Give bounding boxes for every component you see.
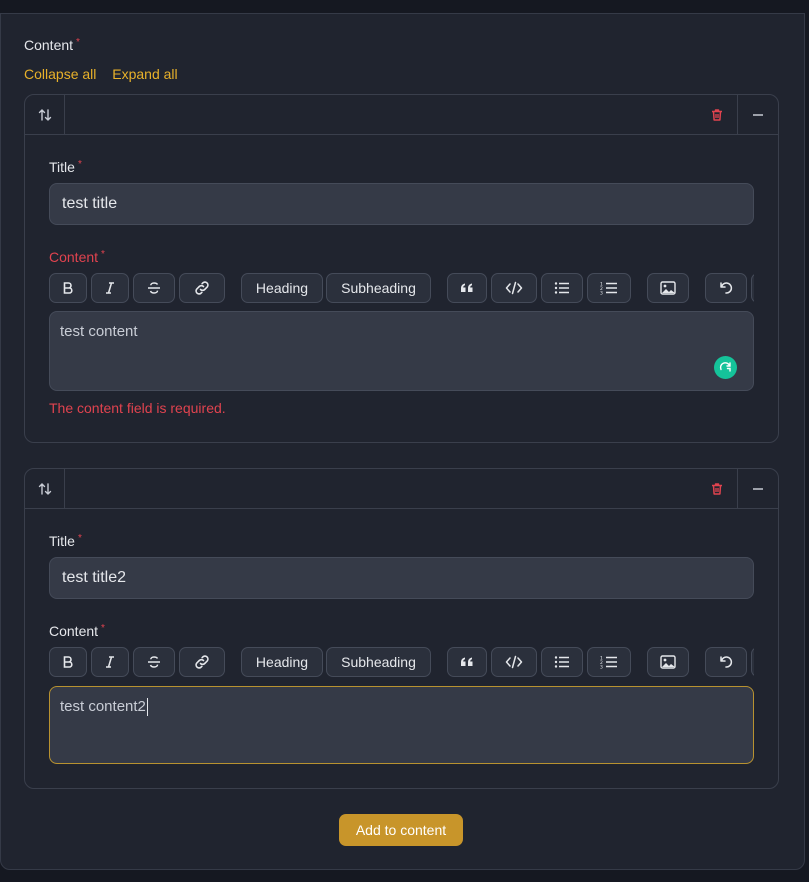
content-editor[interactable]: test content [49, 311, 754, 391]
delete-item-button[interactable] [697, 95, 737, 135]
delete-item-button[interactable] [697, 469, 737, 509]
minus-icon [752, 483, 764, 495]
undo-button[interactable] [705, 273, 747, 303]
code-block-button[interactable] [491, 647, 537, 677]
undo-icon [718, 281, 734, 295]
minus-icon [752, 109, 764, 121]
undo-icon [718, 655, 734, 669]
required-mark: * [77, 533, 82, 544]
bullet-list-button[interactable] [541, 273, 583, 303]
ordered-list-button[interactable]: 123 [587, 273, 631, 303]
redo-button[interactable] [751, 647, 754, 677]
grammarly-button[interactable] [714, 356, 737, 379]
bullet-list-button[interactable] [541, 647, 583, 677]
required-mark: * [101, 623, 105, 634]
editor-toolbar: Heading Subheading 123 [49, 647, 754, 677]
heading-button[interactable]: Heading [241, 647, 323, 677]
strikethrough-button[interactable] [133, 647, 175, 677]
ordered-list-button[interactable]: 123 [587, 647, 631, 677]
required-mark: * [76, 37, 80, 48]
title-input[interactable]: test title [49, 183, 754, 225]
card-header [25, 95, 778, 135]
subheading-button[interactable]: Subheading [326, 273, 431, 303]
italic-button[interactable] [91, 647, 129, 677]
svg-text:3: 3 [600, 665, 603, 670]
bold-button[interactable] [49, 647, 87, 677]
heading-button[interactable]: Heading [241, 273, 323, 303]
image-button[interactable] [647, 647, 689, 677]
subheading-button[interactable]: Subheading [326, 647, 431, 677]
content-item-card: Title * test title2 Content * Heading Subh… [24, 468, 779, 789]
title-label-text: Title [49, 533, 75, 549]
undo-button[interactable] [705, 647, 747, 677]
grammarly-icon [719, 361, 732, 374]
image-icon [660, 655, 676, 669]
collapse-all-link[interactable]: Collapse all [24, 66, 96, 82]
reorder-arrows-icon [38, 482, 52, 496]
italic-icon [103, 655, 117, 669]
italic-icon [103, 281, 117, 295]
content-editor-label: Content * [49, 623, 105, 639]
code-icon [505, 655, 523, 669]
strikethrough-button[interactable] [133, 273, 175, 303]
content-label-text: Content [49, 249, 99, 265]
ordered-list-icon: 123 [600, 655, 618, 669]
quote-icon [460, 282, 474, 294]
image-icon [660, 281, 676, 295]
content-editor[interactable]: test content2 [49, 686, 754, 764]
bold-icon [61, 281, 75, 295]
bold-button[interactable] [49, 273, 87, 303]
quote-icon [460, 656, 474, 668]
content-label-text: Content [49, 623, 99, 639]
expand-all-link[interactable]: Expand all [112, 66, 177, 82]
trash-icon [710, 482, 724, 496]
blockquote-button[interactable] [447, 273, 487, 303]
reorder-handle[interactable] [25, 469, 65, 509]
link-icon [193, 280, 211, 296]
content-editor-label: Content * [49, 249, 105, 265]
content-editor-text: test content2 [60, 698, 146, 715]
required-mark: * [101, 249, 105, 260]
editor-toolbar: Heading Subheading 123 [49, 273, 754, 303]
add-to-content-button[interactable]: Add to content [339, 814, 463, 846]
code-block-button[interactable] [491, 273, 537, 303]
blockquote-button[interactable] [447, 647, 487, 677]
svg-text:3: 3 [600, 291, 603, 296]
bullet-list-icon [554, 655, 570, 669]
strikethrough-icon [146, 655, 162, 669]
content-editor-text: test content [60, 323, 138, 340]
code-icon [505, 281, 523, 295]
redo-button[interactable] [751, 273, 754, 303]
reorder-arrows-icon [38, 108, 52, 122]
collapse-expand-links: Collapse all Expand all [24, 66, 190, 82]
title-field-label: Title * [49, 159, 82, 175]
trash-icon [710, 108, 724, 122]
title-input[interactable]: test title2 [49, 557, 754, 599]
text-caret [146, 698, 148, 717]
link-button[interactable] [179, 647, 225, 677]
reorder-handle[interactable] [25, 95, 65, 135]
title-label-text: Title [49, 159, 75, 175]
ordered-list-icon: 123 [600, 281, 618, 295]
content-error-message: The content field is required. [49, 400, 226, 416]
content-field-label: Content * [24, 37, 80, 53]
card-header [25, 469, 778, 509]
image-button[interactable] [647, 273, 689, 303]
collapse-item-button[interactable] [737, 95, 778, 135]
bold-icon [61, 655, 75, 669]
collapse-item-button[interactable] [737, 469, 778, 509]
title-field-label: Title * [49, 533, 82, 549]
required-mark: * [77, 159, 82, 170]
content-label-text: Content [24, 37, 74, 53]
link-icon [193, 654, 211, 670]
italic-button[interactable] [91, 273, 129, 303]
link-button[interactable] [179, 273, 225, 303]
content-item-card: Title * test title Content * Heading Subhe… [24, 94, 779, 443]
strikethrough-icon [146, 281, 162, 295]
bullet-list-icon [554, 281, 570, 295]
